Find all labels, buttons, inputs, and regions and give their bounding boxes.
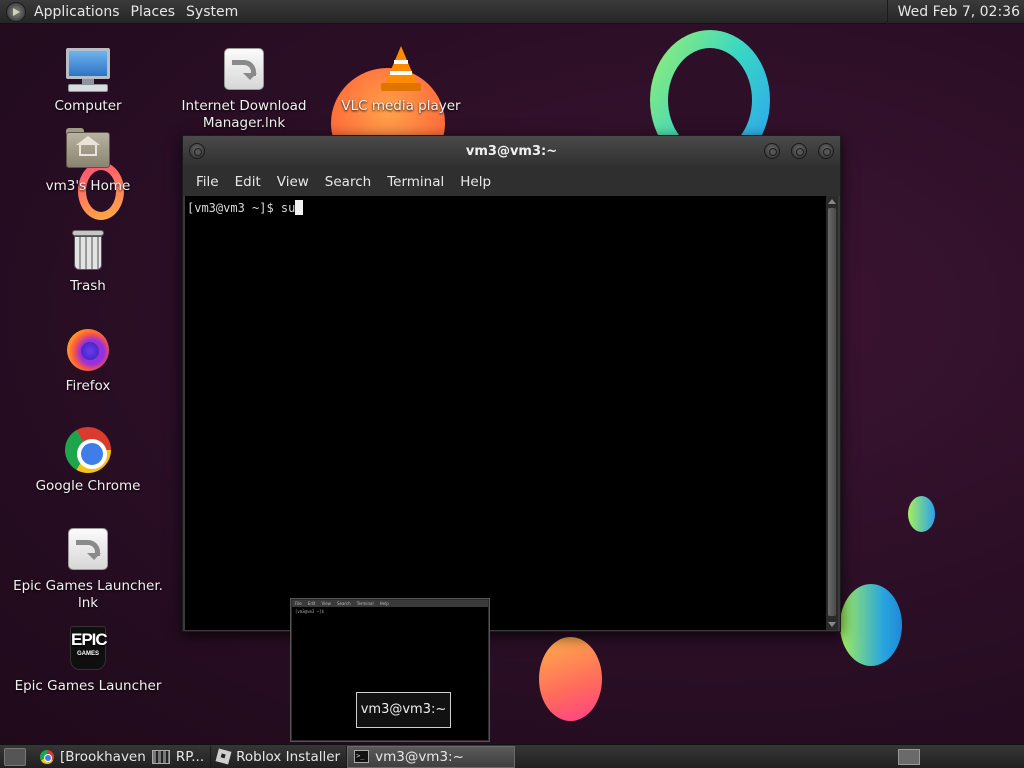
desktop-icon-trash[interactable]: Trash [13, 226, 163, 295]
applications-menu[interactable]: Applications [31, 4, 128, 20]
preview-mini-prompt: [vm3@vm3 ~]$ [295, 609, 324, 614]
desktop-icon-label: Computer [54, 98, 122, 114]
window-preview-popup[interactable]: File Edit View Search Terminal Help [vm3… [290, 598, 490, 742]
menu-view[interactable]: View [269, 174, 317, 190]
home-folder-icon [64, 126, 112, 174]
terminal-icon: >_ [354, 750, 370, 763]
wallpaper-small-pill [908, 496, 935, 532]
top-panel: Applications Places System Wed Feb 7, 02… [0, 0, 1024, 24]
minimize-icon[interactable] [764, 143, 780, 159]
desktop-icon-label: Epic Games Launcher. [13, 578, 163, 594]
desktop-icon-computer[interactable]: Computer [13, 46, 163, 115]
places-menu[interactable]: Places [128, 4, 184, 20]
window-title: vm3@vm3:~ [465, 144, 558, 159]
preview-mini-menu-item: File [295, 601, 302, 606]
roblox-game-icon [151, 749, 170, 764]
desktop-icon-label: Google Chrome [35, 478, 141, 494]
window-titlebar[interactable]: vm3@vm3:~ [183, 136, 840, 167]
scrollbar-thumb[interactable] [828, 208, 836, 616]
distro-logo-icon[interactable] [6, 1, 26, 22]
desktop-icon-home[interactable]: vm3's Home [13, 126, 163, 195]
taskbar-item-brookhaven[interactable]: [Brookhaven RP... [34, 745, 212, 768]
bottom-panel: [Brookhaven RP... Roblox Installer >_ vm… [0, 744, 1024, 768]
clock[interactable]: Wed Feb 7, 02:36 [886, 0, 1024, 24]
window-preview-label: vm3@vm3:~ [356, 692, 451, 728]
workspace-switcher[interactable] [898, 749, 920, 765]
shortcut-icon [220, 46, 268, 94]
menu-terminal[interactable]: Terminal [379, 174, 452, 190]
desktop-icon-label: VLC media player [341, 98, 461, 114]
show-desktop-icon[interactable] [4, 747, 26, 766]
window-menu-icon[interactable] [189, 143, 205, 159]
preview-mini-menu-item: Help [379, 601, 389, 606]
desktop-icon-chrome[interactable]: Google Chrome [13, 426, 163, 495]
taskbar-item-label: vm3@vm3:~ [375, 748, 464, 765]
preview-mini-menu-item: Search [336, 601, 351, 606]
trash-icon [64, 226, 112, 274]
wallpaper-orange-egg [539, 637, 602, 721]
desktop-icon-internet-download-manager[interactable]: Internet Download Manager.lnk [169, 46, 319, 132]
desktop-icon-label: Internet Download [181, 98, 307, 114]
terminal-menubar: File Edit View Search Terminal Help [183, 167, 840, 196]
desktop-icon-label: vm3's Home [45, 178, 131, 194]
shortcut-icon [64, 526, 112, 574]
computer-icon [64, 46, 112, 94]
wallpaper-large-pill [840, 584, 902, 666]
desktop-icon-label: Manager.lnk [202, 115, 286, 131]
terminal-window[interactable]: vm3@vm3:~ File Edit View Search Terminal… [182, 135, 841, 632]
desktop-icon-epic-games[interactable]: EPIC GAMES Epic Games Launcher [13, 626, 163, 695]
taskbar-item-label: Roblox Installer [236, 748, 341, 765]
menu-edit[interactable]: Edit [227, 174, 269, 190]
preview-mini-menu-item: Edit [307, 601, 316, 606]
epic-logo-text: EPIC [71, 630, 108, 649]
taskbar-item-label-suffix: RP... [175, 748, 205, 765]
epic-logo-subtext: GAMES [76, 651, 99, 657]
taskbar-item-terminal[interactable]: >_ vm3@vm3:~ [347, 745, 516, 768]
desktop-icon-vlc[interactable]: VLC media player [326, 46, 476, 115]
scroll-up-icon[interactable] [828, 199, 836, 204]
menu-help[interactable]: Help [452, 174, 499, 190]
desktop-icon-label: Trash [70, 278, 106, 294]
desktop-icon-firefox[interactable]: Firefox [13, 326, 163, 395]
desktop-icon-epic-games-lnk[interactable]: Epic Games Launcher. lnk [13, 526, 163, 612]
desktop-icon-label: Epic Games Launcher [14, 678, 162, 694]
close-icon[interactable] [818, 143, 834, 159]
desktop-icon-label: lnk [77, 595, 99, 611]
taskbar-item-label: [Brookhaven [60, 748, 146, 765]
preview-mini-menubar: File Edit View Search Terminal Help [292, 600, 488, 607]
scroll-down-icon[interactable] [828, 622, 836, 627]
menu-file[interactable]: File [188, 174, 227, 190]
roblox-icon [215, 748, 232, 765]
firefox-icon [64, 326, 112, 374]
terminal-scrollbar[interactable] [826, 196, 838, 630]
text-cursor [295, 200, 304, 215]
desktop-icon-label: Firefox [65, 378, 111, 394]
terminal-output[interactable]: [vm3@vm3 ~]$ su [185, 196, 827, 630]
preview-mini-menu-item: View [321, 601, 331, 606]
system-menu[interactable]: System [183, 4, 246, 20]
maximize-icon[interactable] [791, 143, 807, 159]
terminal-prompt-line: [vm3@vm3 ~]$ su [187, 201, 296, 215]
vlc-cone-icon [377, 46, 425, 94]
chrome-icon [40, 749, 54, 764]
epic-games-icon: EPIC GAMES [64, 626, 112, 674]
chrome-icon [64, 426, 112, 474]
preview-mini-menu-item: Terminal [356, 601, 374, 606]
taskbar-item-roblox-installer[interactable]: Roblox Installer [211, 745, 348, 768]
menu-search[interactable]: Search [317, 174, 379, 190]
